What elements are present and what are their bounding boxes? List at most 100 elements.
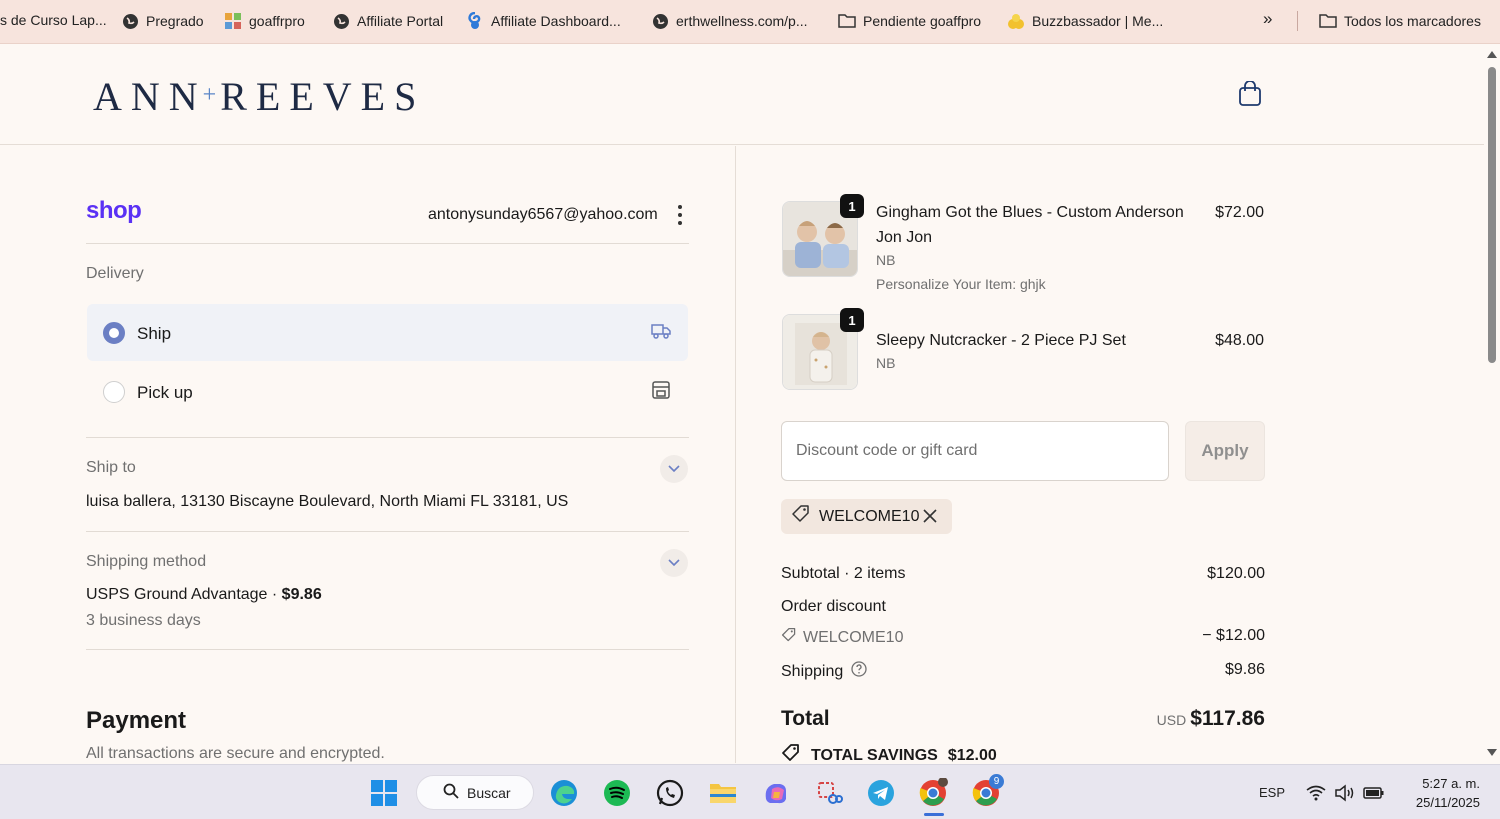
subtotal-row: Subtotal · 2 items $120.00 [781,565,1265,583]
scroll-up-arrow[interactable] [1487,51,1497,58]
shipping-eta: 3 business days [86,612,201,629]
delivery-option-ship[interactable] [87,304,688,361]
item-variant: NB [876,252,896,268]
clock-date: 25/11/2025 [1415,795,1480,810]
swirl-icon [466,12,484,30]
item-name: Sleepy Nutcracker - 2 Piece PJ Set [876,332,1126,349]
shipping-method-price: $9.86 [281,586,322,603]
checkout-page: ANN+ REEVES shop antonysunday6567@yahoo.c… [0,45,1484,763]
buzzbassador-icon [1007,12,1025,30]
order-discount-label: Order discount [781,598,886,615]
applied-discount-chip: WELCOME10 [781,499,952,534]
shipping-method-name: USPS Ground Advantage [86,586,268,603]
item-price: $48.00 [1215,332,1264,349]
total-amount: USD $117.86 [1130,707,1265,731]
taskbar-clock[interactable]: 5:27 a. m. 25/11/2025 [1398,774,1480,812]
shipping-address: luisa ballera, 13130 Biscayne Boulevard,… [86,493,569,510]
truck-icon [650,322,672,345]
account-email: antonysunday6567@yahoo.com [428,206,658,223]
bookmark-folder-pendiente[interactable]: Pendiente goaffpro [838,12,981,30]
chevron-down-icon [668,460,680,478]
store-icon [651,380,671,405]
item-personalization: Personalize Your Item: ghjk [876,276,1046,292]
language-indicator[interactable]: ESP [1259,785,1285,800]
shopping-bag-icon[interactable] [1238,80,1262,107]
item-price: $72.00 [1215,204,1264,221]
folder-icon [1319,12,1337,30]
copilot-icon[interactable] [761,778,791,808]
payment-subtitle: All transactions are secure and encrypte… [86,745,385,762]
delivery-label: Delivery [86,265,144,282]
shipping-method-label: Shipping method [86,553,207,570]
tag-icon [791,504,811,529]
shipping-method-summary: USPS Ground Advantage · $9.86 [86,586,322,603]
order-discount-row: Order discount [781,598,1265,616]
item-quantity-badge: 1 [840,194,864,218]
help-icon[interactable] [851,661,867,682]
column-divider [735,146,736,763]
bookmark-affiliate-portal[interactable]: Affiliate Portal [332,12,443,30]
subtotal-value: $120.00 [1207,565,1265,582]
bookmark-affiliate-dashboard[interactable]: Affiliate Dashboard... [466,12,621,30]
account-menu-button[interactable] [676,205,684,225]
tag-icon [781,743,801,763]
item-name: Gingham Got the Blues - Custom Anderson … [876,204,1184,246]
remove-code-icon[interactable] [921,507,939,525]
bookmark-buzzbassador[interactable]: Buzzbassador | Me... [1007,12,1163,30]
spotify-icon[interactable] [602,778,632,808]
divider [86,531,689,532]
edge-icon[interactable] [549,778,579,808]
bookmark-curso[interactable]: s de Curso Lap... [0,12,107,28]
bookmark-erthwellness[interactable]: erthwellness.com/p... [651,12,808,30]
discount-value: − $12.00 [1202,627,1265,644]
file-explorer-icon[interactable] [708,778,738,808]
search-icon [443,783,459,802]
item-variant: NB [876,355,896,371]
globe-icon [651,12,669,30]
pickup-option-label[interactable]: Pick up [137,383,193,403]
bookmark-goaffrpro[interactable]: goaffrpro [224,12,305,30]
divider [86,649,689,650]
pickup-radio[interactable] [103,381,125,403]
apply-discount-button[interactable]: Apply [1185,421,1265,481]
discount-code-input[interactable] [781,421,1169,481]
discount-code-row: WELCOME10 − $12.00 [781,627,1265,648]
chrome-icon-profile[interactable] [918,778,948,808]
page-scrollbar[interactable] [1484,45,1500,763]
bookmark-all-folder[interactable]: Todos los marcadores [1319,12,1481,30]
wifi-icon[interactable] [1304,778,1328,808]
windows-start-icon[interactable] [369,778,399,808]
shipping-method-expand-button[interactable] [660,549,688,577]
active-app-indicator [924,813,944,816]
scroll-thumb[interactable] [1488,67,1496,363]
divider [86,243,689,244]
shipping-label: Shipping [781,662,844,680]
battery-icon[interactable] [1362,778,1386,808]
snipping-tool-icon[interactable] [814,778,844,808]
whatsapp-icon[interactable] [655,778,685,808]
shipping-row: Shipping $9.86 [781,661,1265,682]
divider [86,437,689,438]
bookmarks-overflow-button[interactable]: » [1263,9,1272,29]
total-label: Total [781,707,830,730]
bookmark-pregrado[interactable]: Pregrado [121,12,204,30]
bookmarks-divider [1297,11,1298,31]
ship-radio[interactable] [103,322,125,344]
brand-logo[interactable]: ANN+ REEVES [93,73,425,120]
subtotal-label: Subtotal · 2 items [781,565,906,582]
globe-icon [121,12,139,30]
payment-heading: Payment [86,707,187,734]
ship-option-label: Ship [137,324,172,343]
goaffpro-icon [224,12,242,30]
scroll-down-arrow[interactable] [1487,749,1497,756]
total-savings: TOTAL SAVINGS $12.00 [781,743,997,763]
windows-taskbar: Buscar 9 ESP 5:27 a. m. 25/11/2025 [0,764,1500,819]
volume-icon[interactable] [1333,778,1357,808]
ship-to-expand-button[interactable] [660,455,688,483]
telegram-icon[interactable] [866,778,896,808]
folder-icon [838,12,856,30]
total-value: $117.86 [1190,707,1265,730]
clock-time: 5:27 a. m. [1422,776,1480,791]
taskbar-search[interactable]: Buscar [416,775,534,810]
applied-code-text: WELCOME10 [819,507,920,525]
